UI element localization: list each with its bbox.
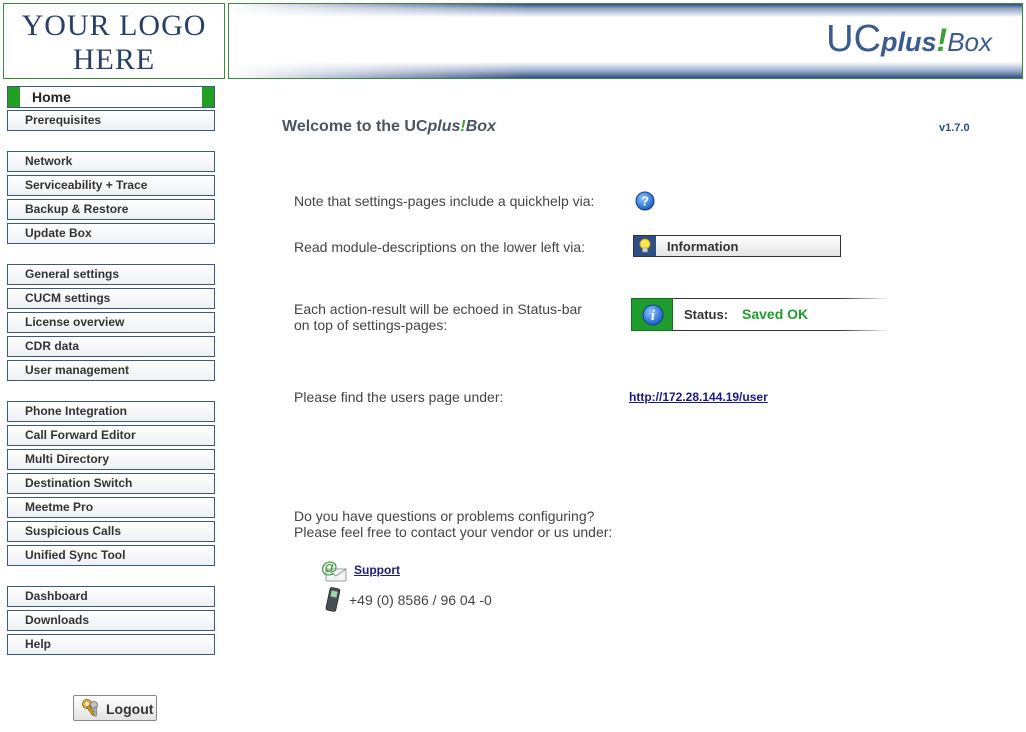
brand-plus: plus — [881, 27, 937, 57]
support-link[interactable]: Support — [354, 563, 400, 577]
sidebar-item-prerequisites[interactable]: Prerequisites — [7, 110, 215, 131]
sidebar-item-user-management[interactable]: User management — [7, 360, 215, 381]
sidebar-item-destination-switch[interactable]: Destination Switch — [7, 473, 215, 494]
quickhelp-text: Note that settings-pages include a quick… — [294, 193, 595, 209]
logo-text-line1: YOUR LOGO — [21, 9, 207, 42]
status-label: Status: — [684, 307, 729, 322]
sidebar-item-downloads[interactable]: Downloads — [7, 610, 215, 631]
brand-bang: ! — [936, 22, 948, 58]
sidebar-item-serviceability[interactable]: Serviceability + Trace — [7, 175, 215, 196]
status-indicator: i — [631, 298, 673, 331]
information-label: Information — [667, 239, 739, 254]
banner-fade — [229, 4, 529, 78]
home-marker-left — [8, 87, 20, 107]
title-prefix: Welcome to the UC — [282, 118, 428, 135]
logout-label: Logout — [106, 701, 154, 717]
information-button[interactable]: Information — [633, 235, 841, 257]
users-page-text: Please find the users page under: — [294, 389, 504, 405]
product-brand: UCplus!Box — [826, 18, 992, 61]
sidebar-item-network[interactable]: Network — [7, 151, 215, 172]
sidebar-item-license-overview[interactable]: License overview — [7, 312, 215, 333]
lightbulb-icon — [634, 236, 656, 256]
email-at-icon: @ — [320, 558, 348, 582]
status-fade — [839, 297, 889, 332]
sidebar-item-backup-restore[interactable]: Backup & Restore — [7, 199, 215, 220]
logout-button[interactable]: Logout — [73, 695, 157, 721]
brand-box: Box — [947, 27, 992, 57]
svg-text:?: ? — [641, 194, 649, 209]
sidebar-item-general-settings[interactable]: General settings — [7, 264, 215, 285]
sidebar-item-phone-integration[interactable]: Phone Integration — [7, 401, 215, 422]
sidebar-item-cdr-data[interactable]: CDR data — [7, 336, 215, 357]
sidebar-item-multi-directory[interactable]: Multi Directory — [7, 449, 215, 470]
sidebar-item-help[interactable]: Help — [7, 634, 215, 655]
title-plus: plus — [427, 118, 461, 135]
logo-text-line2: HERE — [72, 43, 156, 76]
echo-text-line2: on top of settings-pages: — [294, 317, 448, 333]
version-label: v1.7.0 — [939, 122, 970, 134]
keys-icon — [80, 698, 102, 721]
module-description-text: Read module-descriptions on the lower le… — [294, 239, 586, 255]
sidebar-item-update-box[interactable]: Update Box — [7, 223, 215, 244]
questions-text-line2: Please feel free to contact your vendor … — [294, 524, 613, 540]
status-bar-example: i Status: Saved OK — [631, 297, 889, 332]
sidebar-item-cucm-settings[interactable]: CUCM settings — [7, 288, 215, 309]
questions-text-line1: Do you have questions or problems config… — [294, 508, 595, 524]
header-banner: UCplus!Box — [228, 3, 1023, 79]
sidebar-item-home[interactable]: Home — [7, 86, 215, 108]
page-title: Welcome to the UCplus!Box — [282, 118, 496, 136]
title-box: Box — [465, 118, 496, 135]
sidebar-item-meetme-pro[interactable]: Meetme Pro — [7, 497, 215, 518]
echo-text-line1: Each action-result will be echoed in Sta… — [294, 301, 582, 317]
mobile-phone-icon — [323, 587, 343, 613]
brand-uc: UC — [826, 18, 882, 60]
status-value: Saved OK — [742, 306, 809, 322]
sidebar-item-call-forward-editor[interactable]: Call Forward Editor — [7, 425, 215, 446]
sidebar-item-label: Home — [32, 89, 71, 105]
sidebar-item-dashboard[interactable]: Dashboard — [7, 586, 215, 607]
company-logo: YOUR LOGO HERE — [3, 3, 225, 79]
phone-number: +49 (0) 8586 / 96 04 -0 — [349, 592, 492, 608]
sidebar-item-suspicious-calls[interactable]: Suspicious Calls — [7, 521, 215, 542]
users-page-link[interactable]: http://172.28.144.19/user — [629, 390, 768, 404]
home-marker-right — [202, 87, 214, 107]
sidebar-item-unified-sync-tool[interactable]: Unified Sync Tool — [7, 545, 215, 566]
help-question-icon[interactable]: ? — [635, 191, 655, 211]
svg-text:@: @ — [321, 558, 338, 577]
